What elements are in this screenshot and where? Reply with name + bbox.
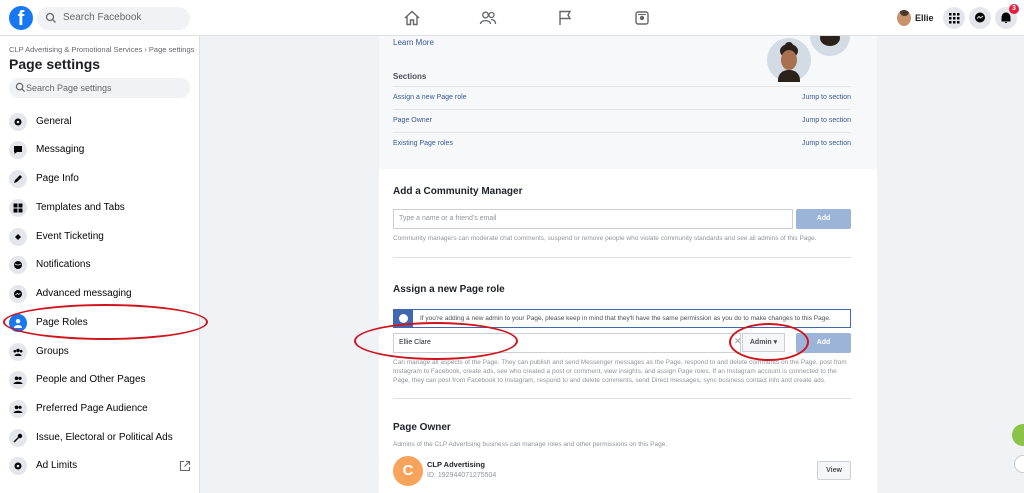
sidebar-item-groups[interactable]: Groups: [0, 338, 199, 366]
grid-menu-icon: [949, 13, 960, 24]
search-placeholder: Search Facebook: [63, 12, 142, 23]
notification-badge: 3: [1009, 4, 1019, 14]
search-icon: [15, 82, 26, 93]
friends-icon[interactable]: [479, 9, 497, 27]
sidebar-item-label: Groups: [36, 346, 69, 357]
community-manager-input[interactable]: Type a name or a friend's email: [393, 209, 793, 229]
chat-bubble[interactable]: [1014, 455, 1024, 473]
audience-icon: [9, 400, 27, 418]
sections-heading: Sections: [393, 72, 427, 81]
view-owner-button[interactable]: View: [817, 461, 851, 480]
external-link-icon[interactable]: [179, 460, 191, 472]
sidebar-item-label: General: [36, 116, 72, 127]
add-community-manager-button[interactable]: Add: [796, 209, 851, 229]
page-title: Page settings: [9, 56, 101, 72]
sidebar-item-people-and-other-pages[interactable]: People and Other Pages: [0, 366, 199, 394]
page-roles-panel: Learn More Sections Assign a new Page ro…: [379, 36, 877, 493]
ticket-icon: [9, 228, 27, 246]
sidebar-item-general[interactable]: General: [0, 108, 199, 136]
search-icon: [45, 12, 56, 23]
annotation-circle-name-input: [354, 322, 518, 360]
pages-flag-icon[interactable]: [556, 9, 574, 27]
section-link[interactable]: Existing Page roles: [393, 140, 453, 147]
pencil-icon: [9, 170, 27, 188]
owner-id: ID: 192944071275504: [427, 472, 497, 479]
annotation-circle-page-roles: [3, 304, 208, 340]
chat-icon: [9, 141, 27, 159]
search-facebook-input[interactable]: Search Facebook: [37, 7, 190, 30]
sidebar-item-label: Preferred Page Audience: [36, 403, 148, 414]
settings-sidebar: CLP Advertising & Promotional Services ›…: [0, 36, 200, 493]
sidebar-item-label: Event Ticketing: [36, 231, 104, 242]
top-navigation-bar: f Search Facebook Ellie 3: [0, 0, 1024, 36]
jump-to-section-link[interactable]: Jump to section: [802, 140, 851, 147]
search-page-settings-input[interactable]: Search Page settings: [9, 78, 190, 98]
messenger-button[interactable]: [969, 7, 991, 29]
section-page-owner: Page Owner Jump to section: [393, 117, 851, 129]
page-owner-description: Admins of the CLP Advertising business c…: [393, 441, 668, 448]
owner-name: CLP Advertising: [427, 460, 485, 469]
marketplace-icon[interactable]: [633, 9, 651, 27]
messenger-icon: [9, 285, 27, 303]
people-icon: [9, 371, 27, 389]
sidebar-item-preferred-page-audience[interactable]: Preferred Page Audience: [0, 395, 199, 423]
sidebar-item-page-info[interactable]: Page Info: [0, 165, 199, 193]
sidebar-item-notifications[interactable]: Notifications: [0, 251, 199, 279]
notice-text: If you're adding a new admin to your Pag…: [420, 315, 831, 322]
sidebar-item-ad-limits[interactable]: Ad Limits: [0, 452, 199, 480]
sidebar-item-label: Notifications: [36, 259, 91, 270]
user-name[interactable]: Ellie: [915, 13, 934, 23]
section-link[interactable]: Page Owner: [393, 117, 432, 124]
search-placeholder: Search Page settings: [26, 83, 112, 93]
facebook-logo[interactable]: f: [9, 6, 33, 30]
sidebar-item-label: People and Other Pages: [36, 374, 146, 385]
learn-more-link[interactable]: Learn More: [393, 38, 434, 47]
section-assign-new-page-role: Assign a new Page role Jump to section: [393, 94, 851, 106]
globe-icon: [9, 256, 27, 274]
admin-role-description: Can manage all aspects of the Page. They…: [393, 359, 847, 384]
community-manager-help: Community managers can moderate chat com…: [393, 235, 817, 242]
sidebar-item-label: Messaging: [36, 144, 85, 155]
sidebar-item-label: Page Info: [36, 173, 79, 184]
home-icon[interactable]: [403, 9, 421, 27]
user-avatar[interactable]: [897, 10, 911, 26]
page-owner-heading: Page Owner: [393, 422, 451, 433]
assign-page-role-heading: Assign a new Page role: [393, 284, 505, 295]
illustration-avatar: [767, 38, 811, 82]
sidebar-item-messaging[interactable]: Messaging: [0, 136, 199, 164]
section-link[interactable]: Assign a new Page role: [393, 94, 467, 101]
key-icon: [9, 429, 27, 447]
annotation-circle-role-dropdown: [729, 323, 809, 361]
jump-to-section-link[interactable]: Jump to section: [802, 94, 851, 101]
sidebar-item-label: Templates and Tabs: [36, 202, 125, 213]
input-placeholder: Type a name or a friend's email: [399, 215, 497, 222]
grid-icon: [9, 199, 27, 217]
sidebar-item-event-ticketing[interactable]: Event Ticketing: [0, 223, 199, 251]
community-manager-heading: Add a Community Manager: [393, 186, 523, 197]
breadcrumb[interactable]: CLP Advertising & Promotional Services ›…: [9, 45, 194, 54]
sidebar-item-political-ads[interactable]: Issue, Electoral or Political Ads: [0, 424, 199, 452]
illustration-avatar: [810, 36, 850, 56]
section-existing-page-roles: Existing Page roles Jump to section: [393, 140, 851, 152]
menu-button[interactable]: [943, 7, 965, 29]
gear-icon: [9, 457, 27, 475]
sidebar-item-label: Advanced messaging: [36, 288, 132, 299]
messenger-icon: [975, 12, 985, 23]
sections-summary: Learn More Sections Assign a new Page ro…: [379, 36, 877, 169]
gear-icon: [9, 113, 27, 131]
sidebar-item-templates-and-tabs[interactable]: Templates and Tabs: [0, 194, 199, 222]
sidebar-item-label: Ad Limits: [36, 460, 78, 471]
chat-bubble-avatar[interactable]: [1012, 424, 1024, 446]
owner-avatar: C: [393, 456, 423, 486]
sidebar-item-label: Issue, Electoral or Political Ads: [36, 432, 173, 443]
group-icon: [9, 343, 27, 361]
jump-to-section-link[interactable]: Jump to section: [802, 117, 851, 124]
